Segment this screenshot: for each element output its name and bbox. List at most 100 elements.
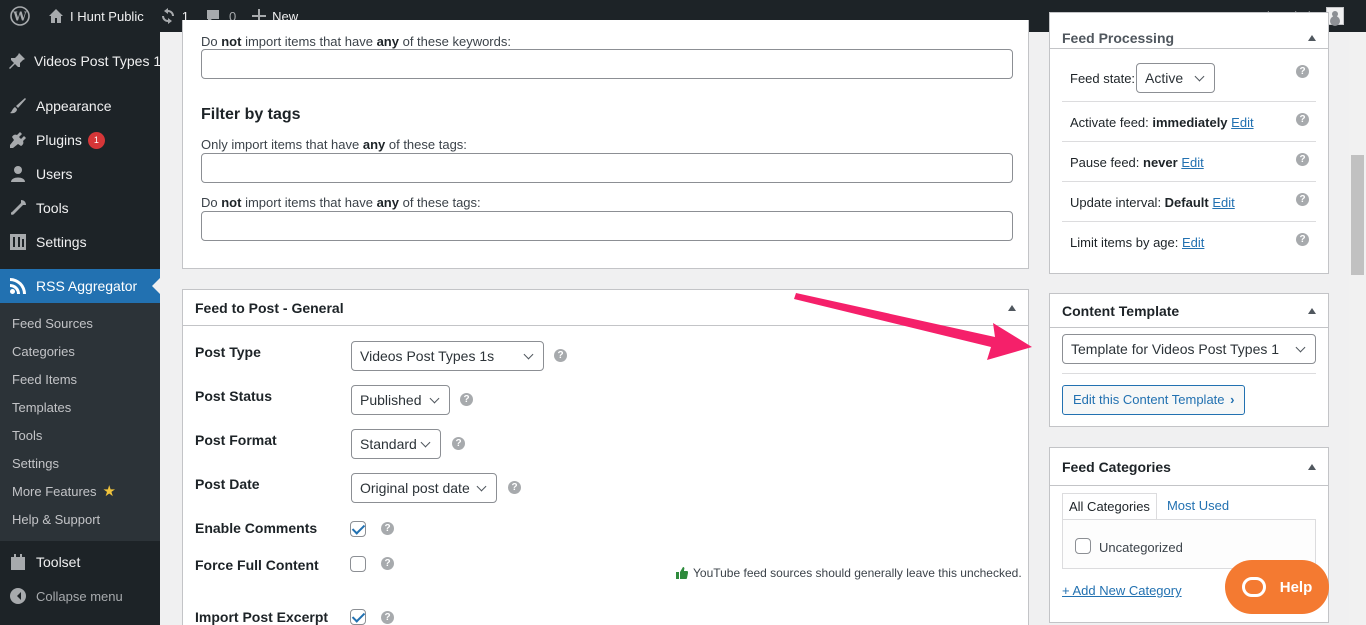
pause-edit-link[interactable]: Edit xyxy=(1181,155,1203,170)
brush-icon xyxy=(8,96,28,116)
menu-label: Users xyxy=(36,166,73,182)
postbox-title: Content Template xyxy=(1062,302,1180,319)
collapse-toggle-icon[interactable] xyxy=(1308,463,1316,470)
chat-bubble-icon xyxy=(1241,577,1266,597)
site-name-link[interactable]: I Hunt Public xyxy=(40,0,152,32)
admin-sidebar: Videos Post Types 1 Appearance Plugins 1… xyxy=(0,32,160,625)
settings-icon xyxy=(8,232,28,252)
menu-videos-post-types[interactable]: Videos Post Types 1 xyxy=(0,44,160,78)
feed-state-select[interactable]: Active xyxy=(1136,63,1215,93)
collapse-label: Collapse menu xyxy=(36,588,123,604)
menu-label: Plugins xyxy=(36,132,82,148)
submenu-more-features[interactable]: More Features ★ xyxy=(0,478,160,506)
divider xyxy=(1062,141,1316,142)
menu-appearance[interactable]: Appearance xyxy=(0,89,160,123)
rss-icon xyxy=(8,276,28,296)
content-template-postbox: Content Template Template for Videos Pos… xyxy=(1049,293,1329,427)
post-type-select[interactable]: Videos Post Types 1s xyxy=(351,341,544,371)
postbox-title: Feed to Post - General xyxy=(195,299,344,316)
help-icon[interactable]: ? xyxy=(1296,233,1309,246)
post-status-select[interactable]: Published xyxy=(351,385,450,415)
help-icon[interactable]: ? xyxy=(460,393,473,406)
divider xyxy=(1062,101,1316,102)
users-icon xyxy=(8,164,28,184)
help-icon[interactable]: ? xyxy=(452,437,465,450)
menu-label: Toolset xyxy=(36,554,81,570)
activate-edit-link[interactable]: Edit xyxy=(1231,115,1253,130)
exclude-keywords-input[interactable] xyxy=(201,49,1013,79)
collapse-toggle-icon[interactable] xyxy=(1308,35,1316,41)
post-status-label: Post Status xyxy=(195,388,273,404)
menu-label: RSS Aggregator xyxy=(36,278,138,294)
home-icon xyxy=(48,8,64,24)
collapse-menu-button[interactable]: Collapse menu xyxy=(0,579,160,613)
button-label: Edit this Content Template xyxy=(1073,392,1225,407)
submenu-tools[interactable]: Tools xyxy=(0,422,160,450)
plugin-icon xyxy=(8,130,28,150)
scrollbar-thumb[interactable] xyxy=(1351,155,1364,275)
interval-edit-link[interactable]: Edit xyxy=(1212,195,1234,210)
filters-postbox: Do not import items that have any of the… xyxy=(182,20,1029,269)
submenu-templates[interactable]: Templates xyxy=(0,394,160,422)
help-icon[interactable]: ? xyxy=(1296,153,1309,166)
filter-by-tags-heading: Filter by tags xyxy=(201,106,301,123)
edit-content-template-button[interactable]: Edit this Content Template › xyxy=(1062,385,1246,415)
divider xyxy=(1062,181,1316,182)
only-tags-input[interactable] xyxy=(201,153,1013,183)
help-button[interactable]: Help xyxy=(1225,560,1329,614)
page-scrollbar[interactable] xyxy=(1349,32,1366,625)
help-icon[interactable]: ? xyxy=(1296,65,1309,78)
plugin-update-badge: 1 xyxy=(87,131,105,149)
chevron-right-icon: › xyxy=(1230,392,1235,407)
post-format-select[interactable]: Standard xyxy=(351,429,441,459)
postbox-header: Feed Processing xyxy=(1050,13,1328,49)
help-icon[interactable]: ? xyxy=(1296,193,1309,206)
enable-comments-label: Enable Comments xyxy=(195,520,318,536)
post-type-label: Post Type xyxy=(195,344,261,360)
help-icon[interactable]: ? xyxy=(381,611,394,624)
submenu-settings[interactable]: Settings xyxy=(0,450,160,478)
feed-state-row: Feed state: xyxy=(1070,71,1136,86)
postbox-title: Feed Processing xyxy=(1062,30,1175,46)
category-checkbox[interactable] xyxy=(1075,538,1091,554)
menu-toolset[interactable]: Toolset xyxy=(0,545,160,579)
add-new-category-link[interactable]: + Add New Category xyxy=(1062,583,1182,598)
youtube-note-text: YouTube feed sources should generally le… xyxy=(693,566,1022,580)
feed-processing-postbox: Feed Processing Feed state: Active ? Act… xyxy=(1049,12,1329,274)
help-icon[interactable]: ? xyxy=(554,349,567,362)
help-icon[interactable]: ? xyxy=(381,522,394,535)
update-interval-row: Update interval: Default Edit xyxy=(1070,195,1235,210)
menu-users[interactable]: Users xyxy=(0,157,160,191)
menu-settings[interactable]: Settings xyxy=(0,225,160,259)
menu-plugins[interactable]: Plugins 1 xyxy=(0,123,160,157)
wordpress-logo-icon[interactable]: W xyxy=(0,0,40,32)
submenu-help-support[interactable]: Help & Support xyxy=(0,506,160,534)
menu-label: Settings xyxy=(36,234,87,250)
menu-tools[interactable]: Tools xyxy=(0,191,160,225)
wrench-icon xyxy=(8,198,28,218)
menu-label: Tools xyxy=(36,200,69,216)
help-icon[interactable]: ? xyxy=(508,481,521,494)
import-excerpt-checkbox[interactable] xyxy=(350,609,366,625)
updates-icon xyxy=(160,8,176,24)
content-template-select[interactable]: Template for Videos Post Types 1 xyxy=(1062,334,1316,364)
help-icon[interactable]: ? xyxy=(381,557,394,570)
tab-most-used[interactable]: Most Used xyxy=(1157,493,1235,519)
divider xyxy=(1062,373,1316,374)
submenu-feed-items[interactable]: Feed Items xyxy=(0,366,160,394)
collapse-toggle-icon[interactable] xyxy=(1308,307,1316,314)
tab-all-categories[interactable]: All Categories xyxy=(1062,493,1157,519)
menu-label: Appearance xyxy=(36,98,112,114)
exclude-tags-input[interactable] xyxy=(201,211,1013,241)
submenu-feed-sources[interactable]: Feed Sources xyxy=(0,310,160,338)
enable-comments-checkbox[interactable] xyxy=(350,521,366,537)
force-full-content-checkbox[interactable] xyxy=(350,556,366,572)
limit-edit-link[interactable]: Edit xyxy=(1182,235,1204,250)
post-date-select[interactable]: Original post date xyxy=(351,473,497,503)
help-icon[interactable]: ? xyxy=(1296,113,1309,126)
rss-submenu: Feed Sources Categories Feed Items Templ… xyxy=(0,303,160,541)
submenu-categories[interactable]: Categories xyxy=(0,338,160,366)
post-format-label: Post Format xyxy=(195,432,277,448)
only-tags-label: Only import items that have any of these… xyxy=(201,137,467,152)
menu-rss-aggregator[interactable]: RSS Aggregator xyxy=(0,269,160,303)
